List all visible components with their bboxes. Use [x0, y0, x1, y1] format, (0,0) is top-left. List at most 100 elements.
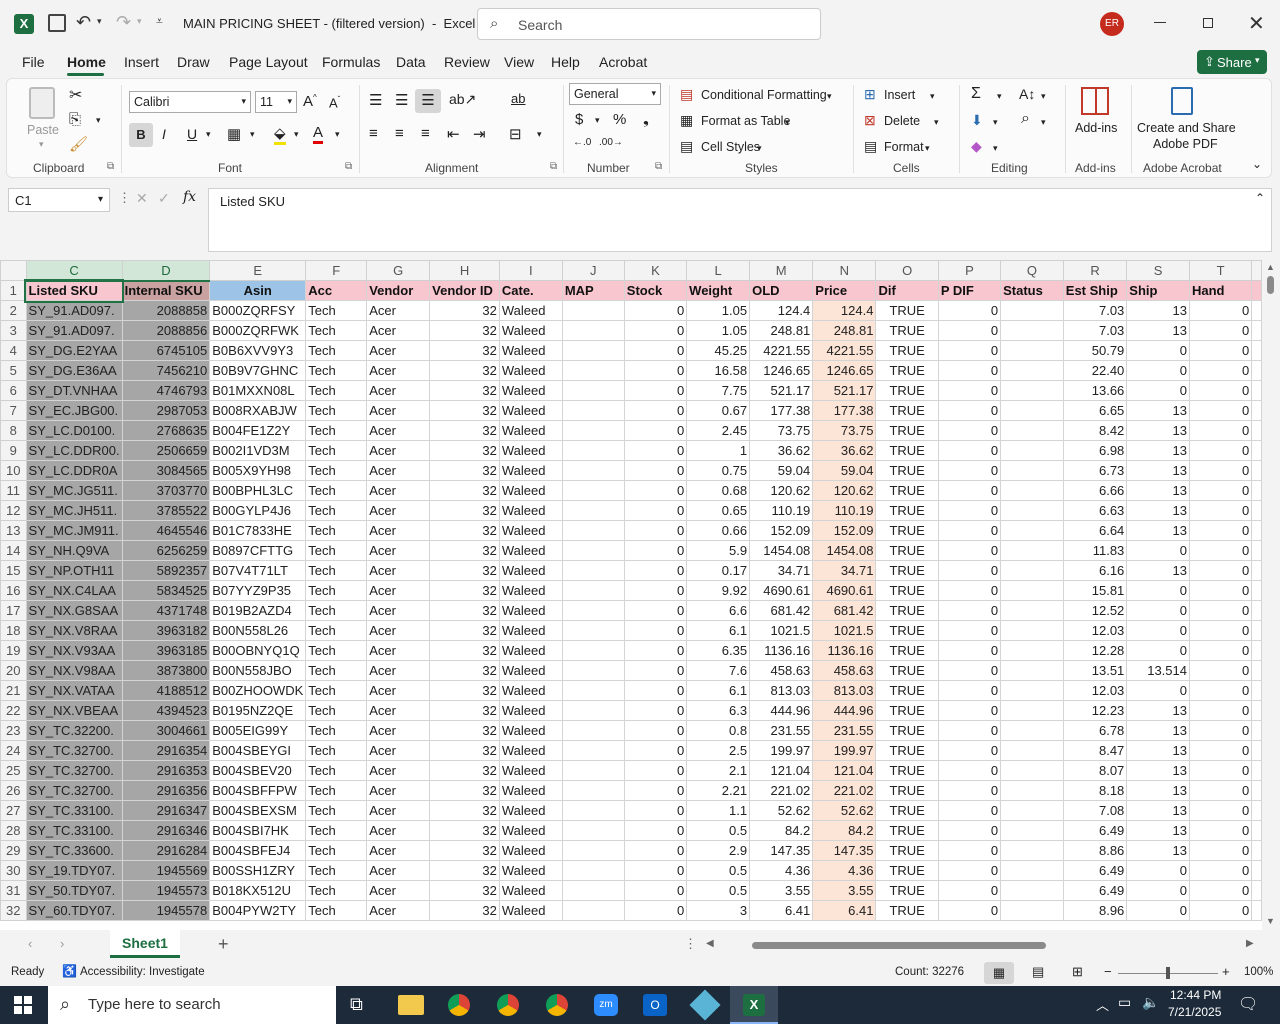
cell[interactable]: B0195NZ2QE: [209, 700, 307, 721]
row-header[interactable]: 20: [0, 660, 27, 681]
row-header[interactable]: 14: [0, 540, 27, 561]
cell[interactable]: 0: [1126, 860, 1190, 881]
cell[interactable]: 0: [1188, 620, 1253, 641]
cell[interactable]: [1000, 500, 1064, 521]
cell[interactable]: [1251, 660, 1262, 681]
align-middle-icon[interactable]: ☰: [395, 91, 408, 109]
cell[interactable]: Waleed: [498, 620, 563, 641]
column-header-g[interactable]: G: [366, 260, 431, 281]
cell[interactable]: 32: [429, 900, 500, 921]
cell[interactable]: 0: [1188, 440, 1253, 461]
align-left-icon[interactable]: ≡: [369, 125, 378, 142]
cell[interactable]: 32: [429, 880, 500, 901]
cell[interactable]: [1251, 320, 1262, 341]
cell[interactable]: TRUE: [875, 880, 939, 901]
cell[interactable]: B07V4T71LT: [209, 560, 307, 581]
cell[interactable]: B0B6XVV9Y3: [209, 340, 307, 361]
column-header-j[interactable]: J: [561, 260, 625, 281]
cell[interactable]: 8.47: [1062, 740, 1128, 761]
column-header-i[interactable]: I: [498, 260, 563, 281]
cell[interactable]: 6.6: [686, 600, 751, 621]
cell[interactable]: [1251, 380, 1262, 401]
cell[interactable]: 4690.61: [749, 580, 814, 601]
cell[interactable]: Acer: [366, 360, 431, 381]
cell[interactable]: 32: [429, 500, 500, 521]
zoom-app-icon[interactable]: zm: [594, 994, 618, 1016]
cell[interactable]: [1251, 300, 1262, 321]
cell[interactable]: 2916353: [121, 760, 211, 781]
cell[interactable]: 32: [429, 300, 500, 321]
underline-icon[interactable]: U: [187, 126, 197, 142]
cell[interactable]: Tech: [305, 320, 368, 341]
zoom-out-icon[interactable]: −: [1104, 964, 1112, 979]
cell[interactable]: 6.64: [1062, 520, 1128, 541]
app-icon[interactable]: [689, 989, 721, 1021]
scroll-up-icon[interactable]: ▲: [1266, 262, 1275, 272]
row-header[interactable]: 9: [0, 440, 27, 461]
column-header-m[interactable]: M: [749, 260, 814, 281]
cell[interactable]: 32: [429, 400, 500, 421]
cell[interactable]: 13: [1126, 420, 1190, 441]
page-layout-view-icon[interactable]: ▤: [1032, 964, 1044, 980]
cell[interactable]: [561, 800, 625, 821]
tab-help[interactable]: Help: [551, 54, 580, 70]
cell[interactable]: [1000, 860, 1064, 881]
cell[interactable]: [1251, 860, 1262, 881]
cell[interactable]: [1251, 760, 1262, 781]
cell[interactable]: 2768635: [121, 420, 211, 441]
cell[interactable]: [561, 840, 625, 861]
cell[interactable]: [1000, 460, 1064, 481]
cell[interactable]: 4645546: [121, 520, 211, 541]
cell[interactable]: B0B9V7GHNC: [209, 360, 307, 381]
cell[interactable]: [1251, 640, 1262, 661]
column-header-d[interactable]: D: [121, 260, 211, 282]
cell[interactable]: Tech: [305, 760, 368, 781]
cell[interactable]: 5834525: [121, 580, 211, 601]
cell[interactable]: Acer: [366, 780, 431, 801]
cell[interactable]: 0: [623, 640, 688, 661]
cell[interactable]: 0: [623, 500, 688, 521]
cell[interactable]: 0: [623, 680, 688, 701]
cell[interactable]: [1251, 780, 1262, 801]
scroll-right-icon[interactable]: ▶: [1246, 938, 1254, 949]
cell[interactable]: Tech: [305, 660, 368, 681]
cell[interactable]: B005X9YH98: [209, 460, 307, 481]
cell[interactable]: 0.5: [686, 820, 751, 841]
column-header-s[interactable]: S: [1126, 260, 1190, 281]
taskbar-search[interactable]: ⌕ Type here to search: [48, 986, 336, 1024]
cell[interactable]: 221.02: [749, 780, 814, 801]
cell[interactable]: [1000, 800, 1064, 821]
cell[interactable]: 4221.55: [749, 340, 814, 361]
cell[interactable]: 32: [429, 460, 500, 481]
cell[interactable]: SY_NX.V93AA: [25, 640, 123, 661]
cell[interactable]: 6.3: [686, 700, 751, 721]
cell[interactable]: 2916346: [121, 820, 211, 841]
cell[interactable]: 4.36: [812, 860, 877, 881]
cell[interactable]: 0: [937, 860, 1002, 881]
cell[interactable]: [1000, 400, 1064, 421]
cell[interactable]: TRUE: [875, 480, 939, 501]
tab-file[interactable]: File: [22, 54, 45, 70]
chevron-down-icon[interactable]: ▾: [930, 91, 935, 102]
save-icon[interactable]: [48, 14, 66, 32]
cell[interactable]: TRUE: [875, 900, 939, 921]
tab-insert[interactable]: Insert: [124, 54, 159, 70]
cell[interactable]: 59.04: [749, 460, 814, 481]
row-header[interactable]: 11: [0, 480, 27, 501]
cell[interactable]: Waleed: [498, 840, 563, 861]
font-size-select[interactable]: 11 ▾: [255, 91, 297, 113]
cell[interactable]: 11.83: [1062, 540, 1128, 561]
cell[interactable]: 0: [623, 800, 688, 821]
cell[interactable]: Acer: [366, 460, 431, 481]
cell[interactable]: Acer: [366, 800, 431, 821]
cell[interactable]: Acer: [366, 400, 431, 421]
tab-home[interactable]: Home: [67, 54, 106, 70]
cell[interactable]: 6.63: [1062, 500, 1128, 521]
cell[interactable]: 0: [937, 720, 1002, 741]
cell[interactable]: 458.63: [812, 660, 877, 681]
cell[interactable]: 84.2: [812, 820, 877, 841]
zoom-slider-thumb[interactable]: [1166, 967, 1170, 979]
cell[interactable]: Tech: [305, 600, 368, 621]
cell[interactable]: 0: [1188, 340, 1253, 361]
cell[interactable]: 3785522: [121, 500, 211, 521]
